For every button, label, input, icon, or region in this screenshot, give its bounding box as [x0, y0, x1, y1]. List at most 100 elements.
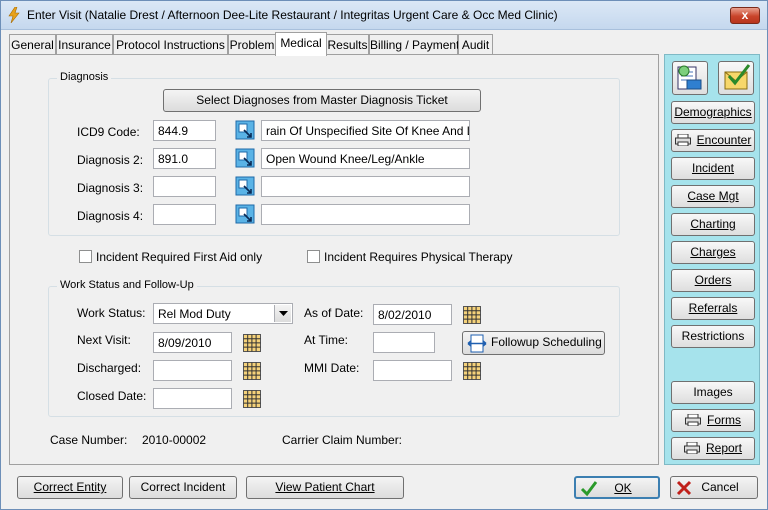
tab-audit[interactable]: Audit — [458, 34, 493, 55]
restrictions-label: Restrictions — [681, 329, 745, 343]
first-aid-checkbox[interactable] — [79, 250, 92, 263]
carrier-claim-number-label: Carrier Claim Number: — [282, 433, 403, 447]
case-mgt-button[interactable]: Case Mgt — [671, 185, 755, 208]
diagnosis-3-description-input[interactable] — [261, 176, 470, 197]
charges-button[interactable]: Charges — [671, 241, 755, 264]
close-window-button[interactable]: x — [730, 7, 760, 24]
cancel-button[interactable]: Cancel — [670, 476, 758, 499]
diagnosis-2-label: Diagnosis 2: — [77, 153, 144, 167]
navigation-sidebar: Demographics Encounter Incident Case Mgt… — [664, 54, 760, 465]
calendar-icon[interactable] — [243, 334, 261, 352]
case-number-value: 2010-00002 — [142, 433, 207, 447]
followup-scheduling-button[interactable]: Followup Scheduling — [462, 331, 605, 355]
images-label: Images — [693, 385, 733, 399]
printer-icon — [674, 134, 691, 146]
mmi-date-input[interactable] — [373, 360, 452, 381]
restrictions-button[interactable]: Restrictions — [671, 325, 755, 348]
charting-label: Charting — [690, 217, 736, 231]
closed-date-label: Closed Date: — [77, 389, 147, 403]
forms-label: Forms — [707, 413, 741, 427]
incident-label: Incident — [691, 161, 735, 175]
work-status-group: Work Status and Follow-Up Work Status: R… — [48, 279, 620, 417]
demographics-label: Demographics — [674, 105, 752, 119]
select-diagnoses-button[interactable]: Select Diagnoses from Master Diagnosis T… — [163, 89, 481, 112]
report-button[interactable]: Report — [671, 437, 755, 460]
work-status-value: Rel Mod Duty — [158, 307, 231, 321]
images-button[interactable]: Images — [671, 381, 755, 404]
closed-date-input[interactable] — [153, 388, 232, 409]
diagnosis-4-description-input[interactable] — [261, 204, 470, 225]
discharged-input[interactable] — [153, 360, 232, 381]
tab-problem[interactable]: Problem — [228, 34, 276, 55]
diagnosis-3-label: Diagnosis 3: — [77, 181, 144, 195]
diagnosis-lookup-icon[interactable] — [235, 176, 255, 196]
close-x-icon — [676, 480, 692, 496]
case-number-label: Case Number: — [50, 433, 128, 447]
charting-button[interactable]: Charting — [671, 213, 755, 236]
tab-insurance[interactable]: Insurance — [56, 34, 113, 55]
diagnosis-4-code-input[interactable] — [153, 204, 216, 225]
diagnosis-3-code-input[interactable] — [153, 176, 216, 197]
view-patient-chart-button[interactable]: View Patient Chart — [246, 476, 404, 499]
window-title: Enter Visit (Natalie Drest / Afternoon D… — [27, 8, 558, 22]
work-status-group-title: Work Status and Follow-Up — [57, 279, 197, 291]
referrals-label: Referrals — [688, 301, 738, 315]
title-bar: Enter Visit (Natalie Drest / Afternoon D… — [1, 1, 767, 30]
record-lookup-button[interactable] — [672, 61, 708, 95]
discharged-label: Discharged: — [77, 361, 142, 375]
ok-label: OK — [614, 481, 632, 495]
followup-scheduling-label: Followup Scheduling — [491, 335, 602, 349]
view-patient-chart-label: View Patient Chart — [275, 480, 375, 494]
correct-incident-label: Correct Incident — [140, 480, 226, 494]
printer-icon — [683, 442, 700, 454]
checklist-button[interactable] — [718, 61, 754, 95]
correct-incident-button[interactable]: Correct Incident — [129, 476, 237, 499]
work-status-label: Work Status: — [77, 306, 146, 320]
tab-medical[interactable]: Medical — [275, 32, 327, 56]
tab-results[interactable]: Results — [326, 34, 369, 55]
orders-button[interactable]: Orders — [671, 269, 755, 292]
next-visit-input[interactable]: 8/09/2010 — [153, 332, 232, 353]
physical-therapy-checkbox[interactable] — [307, 250, 320, 263]
diagnosis-lookup-icon[interactable] — [235, 120, 255, 140]
work-status-select[interactable]: Rel Mod Duty — [153, 303, 293, 324]
correct-entity-button[interactable]: Correct Entity — [17, 476, 123, 499]
referrals-button[interactable]: Referrals — [671, 297, 755, 320]
first-aid-label: Incident Required First Aid only — [96, 250, 263, 264]
demographics-button[interactable]: Demographics — [671, 101, 755, 124]
followup-scheduling-icon — [467, 334, 487, 353]
tab-general[interactable]: General — [9, 34, 56, 55]
diagnosis-lookup-icon[interactable] — [235, 148, 255, 168]
diagnosis-lookup-icon[interactable] — [235, 204, 255, 224]
diagnosis-4-label: Diagnosis 4: — [77, 209, 144, 223]
report-label: Report — [705, 441, 743, 455]
checklist-icon — [724, 64, 751, 90]
icd9-code-input[interactable]: 844.9 — [153, 120, 216, 141]
icd9-description-input[interactable]: rain Of Unspecified Site Of Knee And Leg — [261, 120, 470, 141]
encounter-label: Encounter — [696, 133, 752, 147]
forms-button[interactable]: Forms — [671, 409, 755, 432]
correct-entity-label: Correct Entity — [33, 480, 107, 494]
calendar-icon[interactable] — [463, 362, 481, 380]
incident-button[interactable]: Incident — [671, 157, 755, 180]
encounter-button[interactable]: Encounter — [671, 129, 755, 152]
diagnosis-2-description-input[interactable]: Open Wound Knee/Leg/Ankle — [261, 148, 470, 169]
diagnosis-group: Diagnosis Select Diagnoses from Master D… — [48, 71, 620, 236]
as-of-date-input[interactable]: 8/02/2010 — [373, 304, 452, 325]
cancel-label: Cancel — [701, 480, 739, 494]
ok-button[interactable]: OK — [574, 476, 660, 499]
calendar-icon[interactable] — [243, 362, 261, 380]
calendar-icon[interactable] — [463, 306, 481, 324]
at-time-label: At Time: — [304, 333, 349, 347]
printer-icon — [685, 414, 701, 426]
tab-protocol-instructions[interactable]: Protocol Instructions — [113, 34, 228, 55]
at-time-input[interactable] — [373, 332, 435, 353]
mmi-date-label: MMI Date: — [304, 361, 360, 375]
calendar-icon[interactable] — [243, 390, 261, 408]
chevron-down-icon[interactable] — [274, 305, 291, 322]
icd9-code-label: ICD9 Code: — [77, 125, 140, 139]
tab-billing-payment[interactable]: Billing / Payment — [369, 34, 459, 55]
diagnosis-2-code-input[interactable]: 891.0 — [153, 148, 216, 169]
case-mgt-label: Case Mgt — [687, 189, 739, 203]
checkmark-icon — [580, 481, 598, 497]
